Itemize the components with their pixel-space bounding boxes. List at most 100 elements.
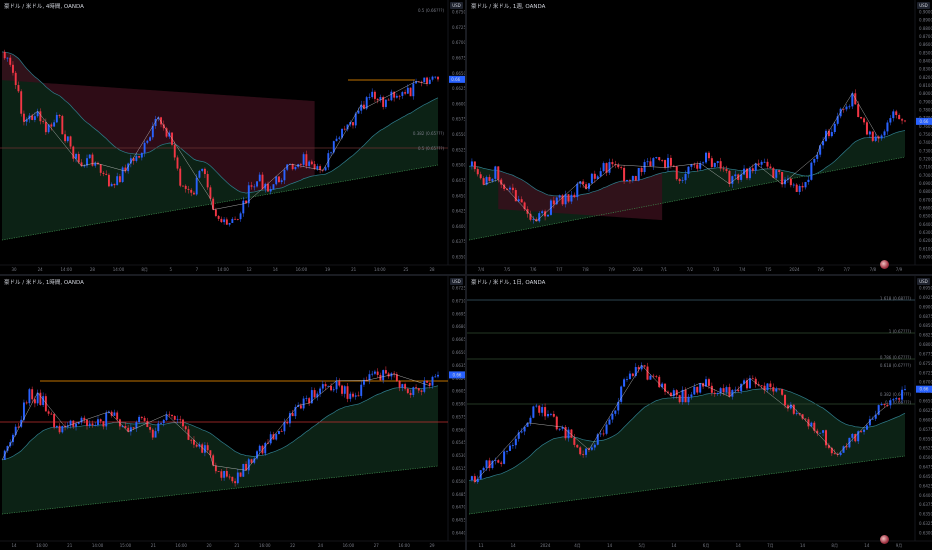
x-tick-label: 14:00 — [92, 543, 104, 548]
candle-body — [253, 186, 256, 188]
x-tick-label: 14 — [864, 543, 870, 548]
candle-body — [737, 389, 740, 392]
candle-body — [206, 445, 209, 451]
candle-body — [434, 76, 437, 78]
candle-body — [570, 194, 573, 202]
candle-body — [415, 387, 418, 389]
candle-body — [88, 423, 91, 426]
candle-body — [819, 432, 822, 434]
candle-body — [675, 166, 678, 180]
candle-body — [20, 91, 23, 114]
candle-body — [830, 132, 833, 137]
y-tick-label: 0.67000 — [919, 380, 932, 385]
candle-body — [652, 158, 655, 167]
candle-body — [532, 219, 535, 220]
x-tick-label: 8月 — [831, 543, 838, 548]
candle-body — [514, 438, 517, 446]
chart-pane-1h[interactable]: USD 0.67250 0.67100 0.66950 0.66800 0.66650 0.… — [0, 276, 465, 550]
candle-body — [94, 424, 97, 426]
candle-body — [357, 110, 360, 114]
candle-body — [593, 173, 596, 179]
candle-body — [250, 185, 253, 187]
candle-body — [124, 167, 127, 172]
candle-body — [261, 174, 264, 189]
y-tick-label: 0.64250 — [919, 483, 932, 488]
y-tick-label: 0.61000 — [919, 246, 932, 251]
candle-body — [702, 162, 705, 164]
candle-body — [874, 136, 877, 141]
y-tick-label: 0.63750 — [452, 239, 465, 244]
candle-body — [437, 374, 439, 377]
candle-body — [258, 174, 261, 182]
candle-body — [286, 422, 289, 424]
y-tick-label: 0.65000 — [919, 214, 932, 219]
candle-body — [102, 172, 105, 174]
candle-body — [576, 183, 579, 198]
x-tick-label: 24 — [318, 543, 324, 548]
candle-body — [373, 91, 376, 99]
x-tick-label: 7/3 — [713, 267, 720, 272]
candle-body — [371, 91, 374, 98]
candle-body — [143, 142, 146, 153]
x-tick-label: 30 — [11, 267, 17, 272]
candle-body — [154, 431, 157, 438]
y-tick-label: 0.63500 — [919, 512, 932, 517]
x-tick-label: 21 — [151, 543, 157, 548]
y-tick-label: 0.90000 — [919, 10, 932, 15]
x-tick-label: 7/7 — [844, 267, 851, 272]
candle-body — [684, 389, 687, 403]
candle-body — [278, 431, 280, 435]
candle-body — [877, 405, 880, 415]
candle-body — [590, 447, 593, 450]
y-tick-label: 0.86000 — [919, 42, 932, 47]
candle-body — [247, 459, 250, 471]
chart-pane-4h[interactable]: USD0.675000.672500.670000.667500.665000.… — [0, 0, 465, 274]
y-tick-label: 0.69500 — [919, 286, 932, 291]
candle-body — [220, 471, 223, 478]
y-tick-label: 0.65250 — [919, 446, 932, 451]
candle-body — [99, 164, 102, 173]
y-tick-label: 0.66750 — [452, 55, 465, 60]
x-tick-label: 15:00 — [120, 543, 132, 548]
candle-body — [179, 419, 182, 421]
candle-body — [795, 184, 798, 192]
candle-body — [3, 450, 6, 460]
y-tick-label: 0.70000 — [919, 173, 932, 178]
candle-body — [310, 161, 313, 165]
y-tick-label: 0.63250 — [919, 521, 932, 526]
candle-body — [895, 111, 898, 116]
candle-body — [836, 116, 839, 124]
x-tick-label: 22 — [290, 543, 296, 548]
y-tick-label: 0.67500 — [919, 361, 932, 366]
y-tick-label: 0.64700 — [452, 505, 465, 510]
candle-body — [681, 389, 684, 403]
candle-body — [804, 182, 807, 188]
candle-body — [162, 419, 165, 424]
x-tick-label: 21 — [67, 543, 73, 548]
chart-pane-1w[interactable]: USD 0.90000 0.89000 0.88000 0.87000 0.86000 0.… — [467, 0, 932, 274]
y-tick-label: 0.65750 — [919, 427, 932, 432]
candle-body — [6, 57, 9, 59]
x-tick-label: 7/4 — [739, 267, 746, 272]
candle-body — [220, 218, 223, 223]
candle-body — [479, 174, 482, 179]
candle-body — [520, 431, 523, 433]
candle-body — [135, 156, 138, 161]
x-tick-label: 7/9 — [608, 267, 615, 272]
candle-body — [725, 169, 728, 171]
candle-body — [772, 168, 775, 178]
candle-body — [649, 161, 652, 167]
current-price-label: 0.66 — [920, 387, 929, 392]
candle-body — [409, 87, 412, 97]
candle-body — [302, 398, 305, 409]
candle-body — [503, 451, 506, 464]
chart-pane-1d[interactable]: USD 0.69500 0.69250 0.69000 0.68750 0.68500 0.… — [467, 276, 932, 550]
y-tick-label: 0.66500 — [452, 71, 465, 76]
x-tick-label: 14 — [511, 543, 517, 548]
candle-body — [275, 434, 278, 440]
candle-body — [643, 162, 646, 173]
x-tick-label: 12 — [247, 267, 253, 272]
pane-divider-horizontal[interactable] — [0, 274, 932, 276]
candle-body — [865, 425, 868, 430]
candle-body — [582, 181, 585, 185]
